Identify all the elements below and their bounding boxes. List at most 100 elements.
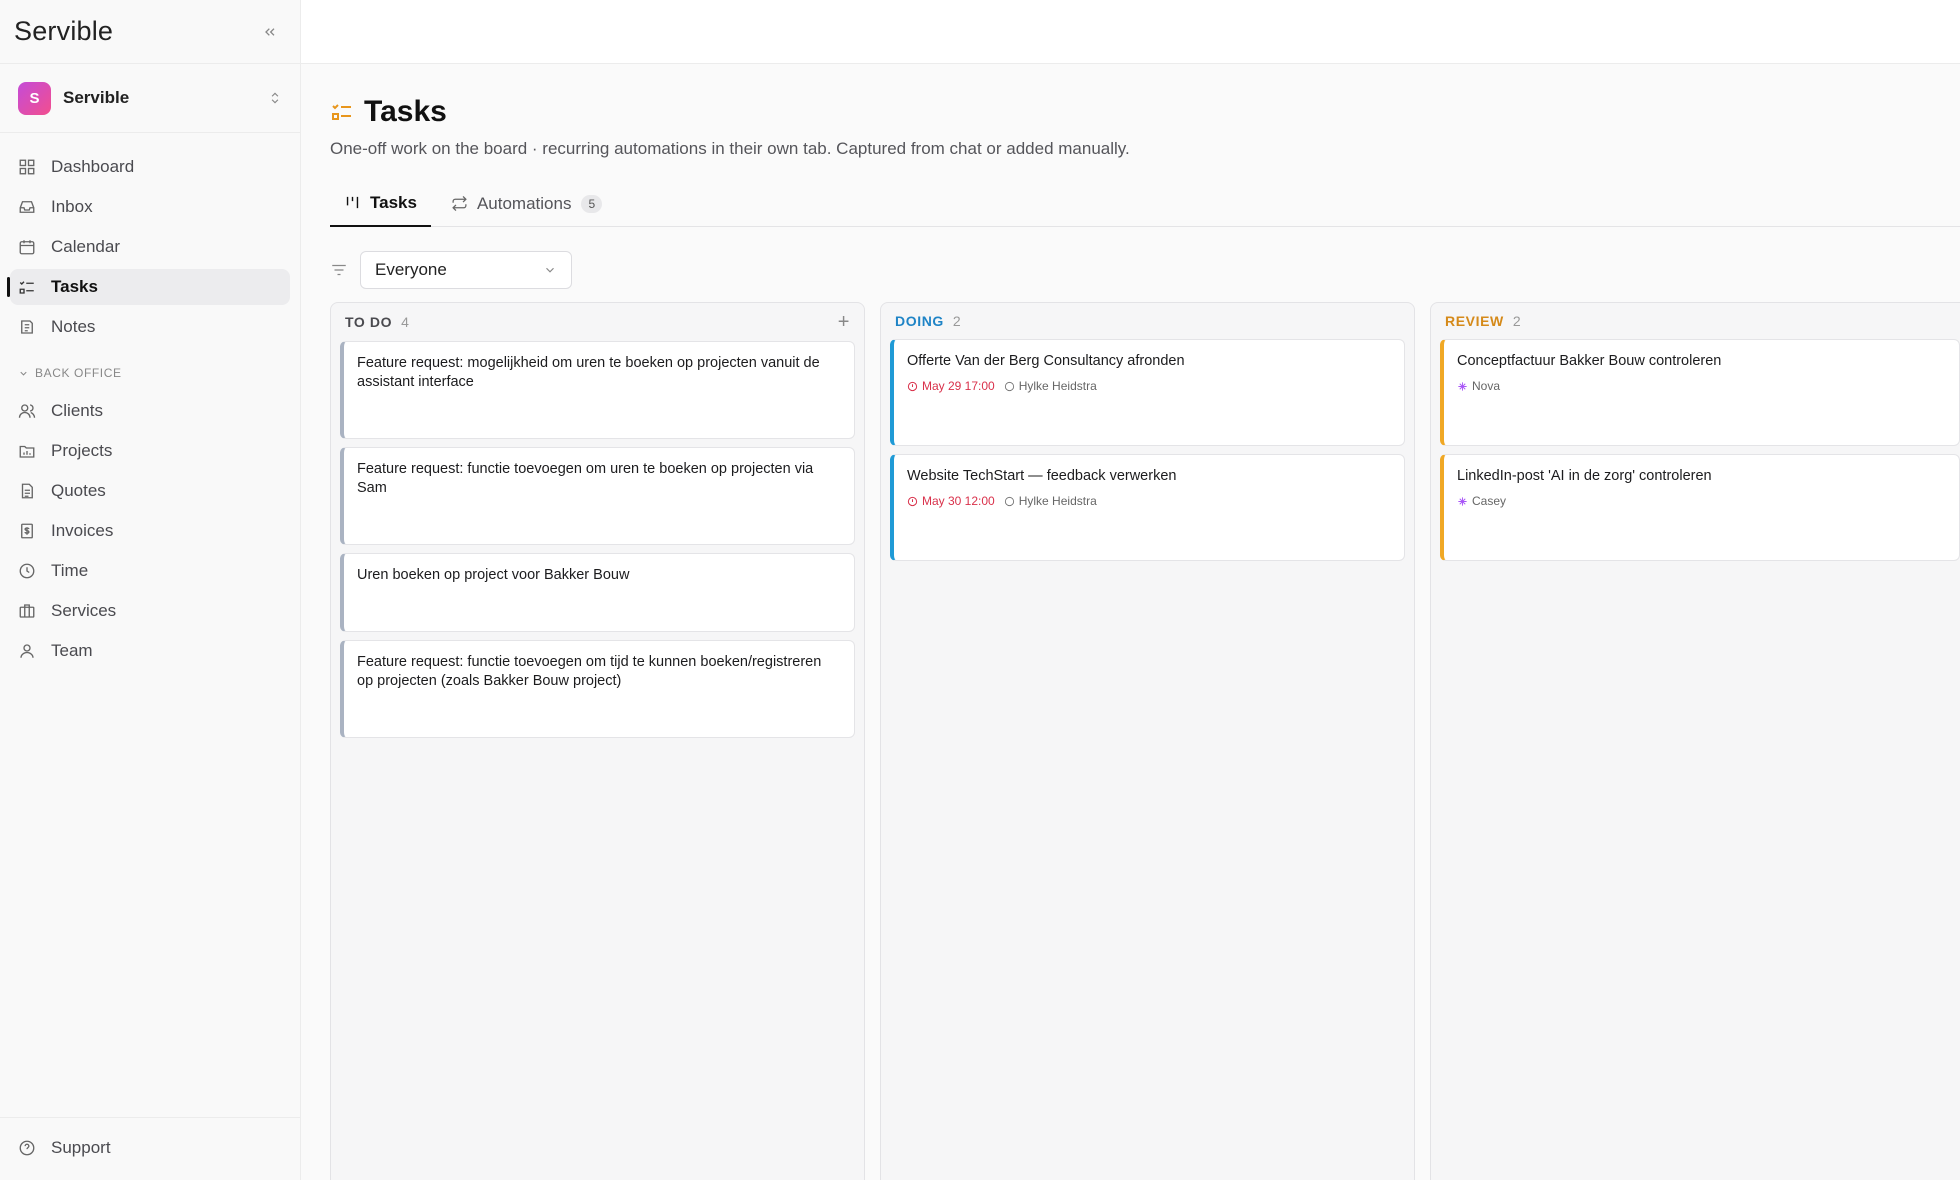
tab-label: Automations	[476, 193, 572, 213]
nav-label: Time	[51, 561, 89, 580]
topbar	[301, 0, 1960, 64]
assignee: Nova	[1457, 379, 1500, 393]
sidebar: Servible S Servible Dashboard Inbox Cale…	[0, 0, 301, 1180]
workspace-switcher[interactable]: S Servible	[0, 64, 300, 133]
sidebar-footer: Support	[0, 1117, 300, 1180]
count-badge: 5	[581, 194, 603, 213]
inbox-icon	[19, 201, 35, 213]
nav-item-calendar[interactable]: Calendar	[10, 229, 290, 265]
nav-label: Notes	[51, 317, 96, 336]
task-title: LinkedIn-post 'AI in de zorg' controlere…	[1457, 468, 1712, 484]
column-count: 4	[401, 314, 410, 330]
chevron-down-icon	[546, 267, 554, 273]
section-toggle-back-office[interactable]: BACK OFFICE	[18, 359, 290, 387]
notes-icon	[21, 320, 33, 334]
task-card[interactable]: Feature request: mogelijkheid om uren te…	[340, 341, 855, 439]
help-circle-icon	[19, 1140, 35, 1156]
task-title: Offerte Van der Berg Consultancy afronde…	[907, 353, 1185, 369]
nav-item-services[interactable]: Services	[10, 593, 290, 629]
task-title: Feature request: functie toevoegen om ur…	[357, 461, 814, 496]
due-text: May 30 12:00	[922, 494, 995, 508]
tasks-icon	[19, 281, 34, 294]
sparkle-bot-icon	[1458, 381, 1467, 391]
task-title: Conceptfactuur Bakker Bouw controleren	[1457, 353, 1722, 369]
section-label: BACK OFFICE	[35, 366, 122, 380]
task-title: Website TechStart — feedback verwerken	[907, 468, 1177, 484]
nav-item-inbox[interactable]: Inbox	[10, 189, 290, 225]
brand-logo: Servible	[14, 16, 114, 46]
board-column-review: REVIEW 2 Conceptfactuur Bakker Bouw cont…	[1430, 302, 1960, 1180]
nav-item-support[interactable]: Support	[10, 1130, 290, 1166]
task-card[interactable]: LinkedIn-post 'AI in de zorg' controlere…	[1440, 454, 1960, 561]
alert-clock-icon	[907, 381, 918, 391]
add-task-button[interactable]: +	[838, 311, 850, 334]
column-header: TO DO 4 +	[331, 303, 864, 341]
assignee-name: Nova	[1472, 379, 1501, 393]
task-card[interactable]: Feature request: functie toevoegen om ti…	[340, 640, 855, 738]
due-date: May 30 12:00	[907, 494, 995, 508]
invoice-icon	[21, 523, 33, 539]
task-meta: Casey	[1457, 494, 1946, 508]
user-icon	[20, 644, 34, 658]
page-header: Tasks	[330, 95, 447, 129]
column-title: REVIEW	[1445, 313, 1504, 329]
nav-label: Invoices	[51, 521, 114, 540]
nav-item-clients[interactable]: Clients	[10, 393, 290, 429]
nav-item-tasks[interactable]: Tasks	[7, 269, 290, 305]
nav-label: Projects	[51, 441, 113, 460]
task-title: Uren boeken op project voor Bakker Bouw	[357, 567, 630, 583]
nav-item-quotes[interactable]: Quotes	[10, 473, 290, 509]
task-card[interactable]: Offerte Van der Berg Consultancy afronde…	[890, 339, 1405, 446]
assignee-name: Hylke Heidstra	[1018, 494, 1097, 508]
assignee: Hylke Heidstra	[1004, 494, 1097, 508]
collapse-sidebar-button[interactable]	[260, 22, 280, 42]
board-column-todo: TO DO 4 + Feature request: mogelijkheid …	[330, 302, 865, 1180]
nav-label: Team	[51, 641, 93, 660]
column-count: 2	[952, 313, 962, 329]
tab-tasks[interactable]: Tasks	[330, 180, 431, 227]
task-card[interactable]: Website TechStart — feedback verwerken M…	[890, 454, 1405, 561]
task-meta: May 29 17:00 Hylke Heidstra	[907, 379, 1391, 393]
nav-item-dashboard[interactable]: Dashboard	[10, 149, 290, 185]
task-card[interactable]: Conceptfactuur Bakker Bouw controleren N…	[1440, 339, 1960, 446]
task-card[interactable]: Feature request: functie toevoegen om ur…	[340, 447, 855, 545]
nav-item-projects[interactable]: Projects	[10, 433, 290, 469]
task-meta: May 30 12:00 Hylke Heidstra	[907, 494, 1391, 508]
page-title: Tasks	[364, 95, 447, 128]
users-icon	[18, 404, 36, 418]
nav-label: Support	[51, 1138, 111, 1157]
folder-chart-icon	[19, 445, 35, 458]
filter-icon[interactable]	[330, 261, 348, 279]
nav-label: Quotes	[51, 481, 106, 500]
workspace-avatar: S	[18, 81, 51, 115]
nav-item-time[interactable]: Time	[10, 553, 290, 589]
page-subtitle: One-off work on the board · recurring au…	[330, 139, 1130, 158]
nav-item-team[interactable]: Team	[10, 633, 290, 669]
column-header: DOING 2	[881, 303, 1414, 339]
chevrons-left-icon	[265, 27, 275, 36]
kanban-icon	[346, 196, 359, 209]
workspace-name: Servible	[63, 88, 130, 107]
nav-item-invoices[interactable]: Invoices	[10, 513, 290, 549]
nav-label: Dashboard	[51, 157, 135, 176]
task-title: Feature request: mogelijkheid om uren te…	[357, 355, 820, 390]
due-text: May 29 17:00	[922, 379, 995, 393]
nav-item-notes[interactable]: Notes	[10, 309, 290, 345]
assignee-name: Casey	[1472, 494, 1507, 508]
main-nav: Dashboard Inbox Calendar Tasks Notes BAC…	[0, 133, 300, 669]
assignee-filter-select[interactable]: Everyone	[360, 251, 572, 289]
brand-row: Servible	[0, 0, 300, 64]
nav-label: Calendar	[51, 237, 120, 256]
task-card[interactable]: Uren boeken op project voor Bakker Bouw	[340, 553, 855, 632]
tasks-icon	[332, 104, 351, 120]
tab-automations[interactable]: Automations 5	[437, 180, 616, 227]
nav-label: Services	[51, 601, 117, 620]
alert-clock-icon	[907, 496, 918, 506]
assignee-name: Hylke Heidstra	[1018, 379, 1097, 393]
file-text-icon	[21, 483, 33, 499]
calendar-icon	[19, 240, 35, 255]
main-content: Tasks One-off work on the board · recurr…	[301, 65, 1960, 1180]
chevron-down-icon	[20, 371, 27, 376]
nav-label: Tasks	[51, 277, 98, 296]
assignee: Hylke Heidstra	[1004, 379, 1097, 393]
